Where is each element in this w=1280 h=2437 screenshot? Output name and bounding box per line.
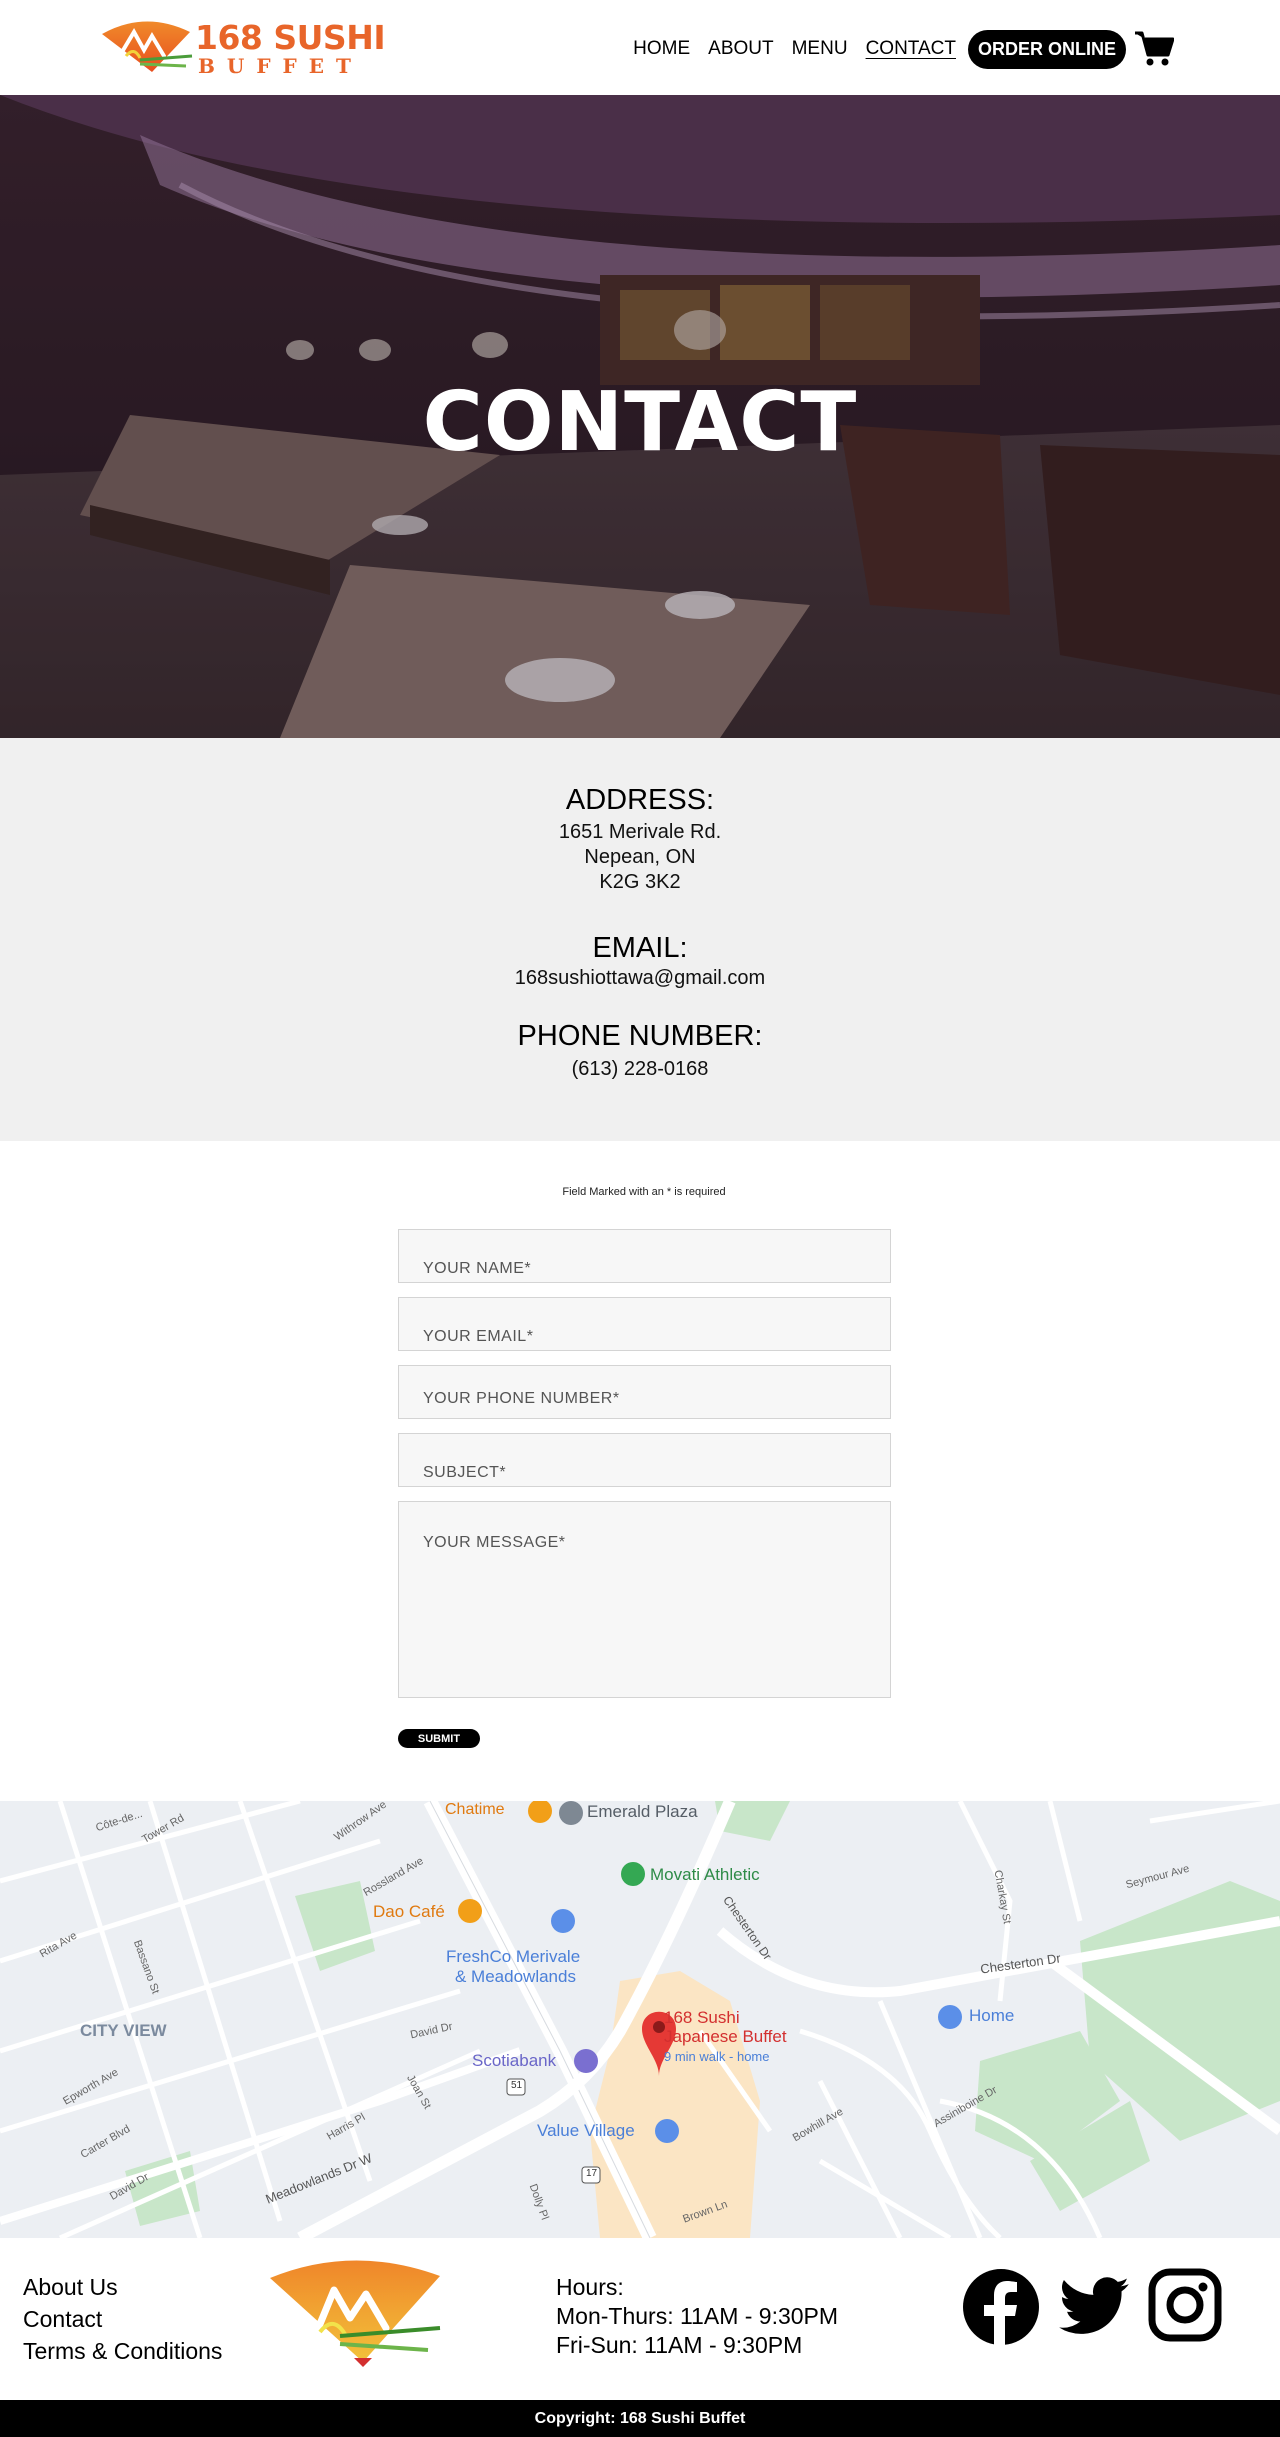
map-label-dao-cafe[interactable]: Dao Café [373,1902,445,1922]
subject-field-wrapper [398,1433,891,1487]
copyright-bar: Copyright: 168 Sushi Buffet [0,2400,1280,2437]
required-note: Field Marked with an * is required [562,1186,726,1198]
message-field-wrapper [398,1501,891,1698]
email-field-wrapper [398,1297,891,1351]
footer-link-about[interactable]: About Us [23,2271,222,2303]
map-label-freshco-1[interactable]: FreshCo Merivale [446,1947,580,1967]
site-header: 168 SUSHI BUFFET HOME ABOUT MENU CONTACT… [0,0,1280,95]
submit-button[interactable]: SUBMIT [398,1729,480,1748]
page-title: CONTACT [422,375,858,470]
hours-weekend: Fri-Sun: 11AM - 9:30PM [556,2332,803,2358]
nav-menu[interactable]: MENU [792,38,848,60]
hours-heading: Hours: [556,2274,624,2300]
contact-info-section: ADDRESS: 1651 Merivale Rd. Nepean, ON K2… [0,738,1280,1141]
instagram-icon[interactable] [1148,2268,1222,2351]
cart-icon[interactable] [1134,29,1174,69]
address-line-3: K2G 3K2 [599,871,681,893]
social-links [962,2268,1222,2351]
subject-input[interactable] [399,1434,890,1486]
email-link[interactable]: 168sushiottawa@gmail.com [0,966,1280,991]
map-label-value-village[interactable]: Value Village [537,2121,635,2141]
phone-input[interactable] [399,1366,890,1418]
name-field-wrapper [398,1229,891,1283]
email-input[interactable] [399,1298,890,1350]
name-input[interactable] [399,1230,890,1282]
site-footer: About Us Contact Terms & Conditions Hour… [0,2238,1280,2400]
message-textarea[interactable] [399,1502,890,1697]
logo-fan-icon [102,21,193,72]
map-label-chatime[interactable]: Chatime [445,1801,505,1819]
route-17-label: 17 [586,2168,598,2179]
nav-about[interactable]: ABOUT [708,38,773,60]
hours-weekday: Mon-Thurs: 11AM - 9:30PM [556,2303,839,2329]
map-label-freshco-2[interactable]: & Meadowlands [455,1967,576,1987]
main-nav: HOME ABOUT MENU CONTACT ORDER ONLINE [615,28,1174,70]
nav-home[interactable]: HOME [633,38,690,60]
map-label-sushi-2[interactable]: Japanese Buffet [664,2027,787,2047]
email-heading: EMAIL: [592,932,688,964]
logo-title: 168 SUSHI [195,18,386,57]
opening-hours: Hours: Mon-Thurs: 11AM - 9:30PM Fri-Sun:… [556,2273,838,2360]
map-label-sushi-1[interactable]: 168 Sushi [664,2008,740,2028]
phone-link[interactable]: (613) 228-0168 [0,1057,1280,1082]
brand-logo[interactable]: 168 SUSHI BUFFET [100,16,386,78]
facebook-icon[interactable] [962,2268,1040,2351]
logo-subtitle: BUFFET [198,54,363,78]
map-label-movati[interactable]: Movati Athletic [650,1865,760,1885]
phone-field-wrapper [398,1365,891,1419]
address-line-1: 1651 Merivale Rd. [558,821,722,843]
map-label-city-view: CITY VIEW [80,2021,167,2040]
address-line-2: Nepean, ON [584,846,696,868]
hero-banner: CONTACT [0,95,1280,738]
twitter-icon[interactable] [1056,2268,1132,2351]
map-label-home[interactable]: Home [969,2006,1014,2026]
phone-heading: PHONE NUMBER: [517,1020,763,1052]
order-online-button[interactable]: ORDER ONLINE [967,29,1126,69]
nav-contact[interactable]: CONTACT [866,38,956,60]
footer-links: About Us Contact Terms & Conditions [23,2271,222,2367]
map-label-emerald-plaza[interactable]: Emerald Plaza [587,1802,698,1822]
location-map[interactable]: Chatime Emerald Plaza Movati Athletic Da… [0,1801,1280,2238]
map-canvas[interactable] [0,1801,1280,2238]
address-heading: ADDRESS: [565,784,715,816]
map-label-scotiabank[interactable]: Scotiabank [472,2051,556,2071]
footer-logo-icon[interactable] [268,2254,443,2374]
route-51-label: 51 [511,2080,523,2091]
map-label-walk-time: 9 min walk - home [664,2049,770,2064]
footer-link-contact[interactable]: Contact [23,2303,222,2335]
footer-link-terms[interactable]: Terms & Conditions [23,2335,222,2367]
